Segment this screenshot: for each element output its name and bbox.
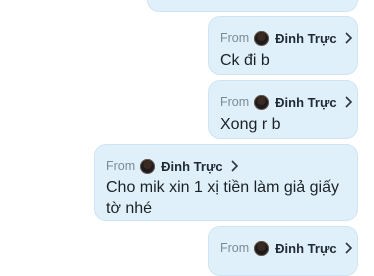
- chevron-right-icon[interactable]: [230, 160, 240, 172]
- message-bubble[interactable]: From Đinh Trực Cho mik xin 1 xị tiền làm…: [94, 144, 358, 221]
- message-text: Ck đi b: [220, 52, 270, 69]
- message-text: Xong r b: [220, 116, 281, 133]
- sender-avatar[interactable]: [140, 158, 156, 174]
- message-text: Cho mik xin 1 xị tiền làm giả giấy tờ nh…: [106, 179, 339, 217]
- chevron-right-icon[interactable]: [344, 242, 354, 254]
- forwarded-from-row[interactable]: From Đinh Trực: [220, 30, 354, 46]
- from-label: From: [220, 95, 250, 109]
- sender-avatar[interactable]: [254, 240, 270, 256]
- chevron-right-icon[interactable]: [344, 96, 354, 108]
- from-label: From: [220, 31, 250, 45]
- message-bubble[interactable]: [147, 0, 358, 12]
- sender-name[interactable]: Đinh Trực: [275, 31, 336, 46]
- forwarded-from-row[interactable]: From Đinh Trực: [220, 94, 354, 110]
- sender-avatar[interactable]: [254, 30, 270, 46]
- sender-name[interactable]: Đinh Trực: [275, 241, 336, 256]
- forwarded-from-row[interactable]: From Đinh Trực: [220, 240, 354, 256]
- forwarded-from-row[interactable]: From Đinh Trực: [106, 158, 240, 174]
- message-bubble[interactable]: From Đinh Trực: [208, 226, 358, 276]
- sender-name[interactable]: Đinh Trực: [275, 95, 336, 110]
- from-label: From: [106, 159, 136, 173]
- message-bubble[interactable]: From Đinh Trực Ck đi b: [208, 16, 358, 75]
- sender-name[interactable]: Đinh Trực: [161, 159, 222, 174]
- message-bubble[interactable]: From Đinh Trực Xong r b: [208, 80, 358, 139]
- from-label: From: [220, 241, 250, 255]
- sender-avatar[interactable]: [254, 94, 270, 110]
- chevron-right-icon[interactable]: [344, 32, 354, 44]
